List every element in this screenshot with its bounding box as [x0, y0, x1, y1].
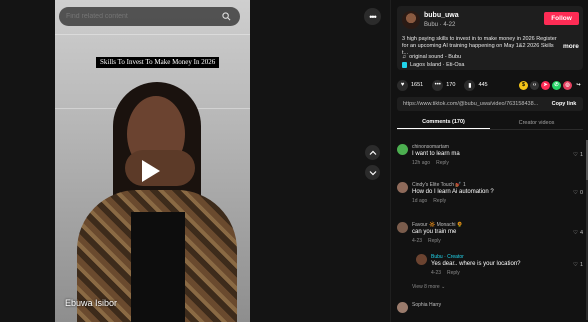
- reply-meta: 4-23 Reply: [431, 270, 460, 276]
- comment-item: Sophia Harry: [397, 302, 583, 316]
- music-note-icon: ♫: [402, 54, 407, 60]
- tiktok-video-page: Skills To Invest To Make Money In 2026 E…: [0, 0, 588, 322]
- avatar[interactable]: [397, 182, 408, 193]
- send-share-icon[interactable]: ➤: [541, 80, 550, 90]
- location-row[interactable]: Lagos Island · Eti-Osa: [402, 62, 464, 68]
- location-name: Lagos Island · Eti-Osa: [410, 62, 465, 68]
- avatar[interactable]: [397, 144, 408, 155]
- comment-item: Favour 🔆 Monachi 🌻 can you train me 4-23…: [397, 222, 583, 246]
- avatar[interactable]: [402, 11, 420, 29]
- search-input[interactable]: [66, 13, 219, 20]
- sound-name: original sound - Bubu: [409, 54, 462, 60]
- username[interactable]: bubu_uwa: [424, 12, 459, 19]
- view-more-label: View 8 more: [412, 284, 440, 290]
- comment-username[interactable]: Favour 🔆 Monachi 🌻: [412, 222, 463, 228]
- link-row: https://www.tiktok.com/@bubu_uwa/video/7…: [397, 97, 583, 111]
- share-arrow-icon[interactable]: ↪: [574, 81, 583, 90]
- next-video-button[interactable]: [365, 165, 380, 180]
- side-panel: bubu_uwa Bubu · 4-22 Follow 3 high payin…: [390, 0, 588, 322]
- tab-creator-videos[interactable]: Creator videos: [490, 116, 583, 129]
- tab-comments[interactable]: Comments (170): [397, 116, 490, 129]
- heart-icon: ♡: [573, 152, 578, 158]
- tab-bar: Comments (170) Creator videos: [397, 116, 583, 130]
- avatar[interactable]: [416, 254, 427, 265]
- save-stat[interactable]: ▮ 445: [464, 79, 488, 91]
- wall-line: [55, 34, 250, 35]
- comment-like[interactable]: ♡ 4: [573, 230, 583, 236]
- comment-like-count: 1: [579, 152, 583, 158]
- comment-stat[interactable]: ••• 170: [432, 79, 456, 91]
- location-pin-icon: [402, 62, 407, 68]
- nickname-date: Bubu · 4-22: [424, 22, 456, 28]
- avatar[interactable]: [397, 302, 408, 313]
- reply-username[interactable]: Bubu · Creator: [431, 254, 464, 260]
- like-count: 1651: [411, 82, 424, 88]
- more-options-button[interactable]: •••: [364, 8, 381, 25]
- copy-link-button[interactable]: Copy link: [545, 97, 583, 111]
- search-icon[interactable]: [219, 10, 233, 24]
- reply-button[interactable]: Reply: [428, 238, 441, 244]
- stats-row: ♥ 1651 ••• 170 ▮ 445 $ ‹› ➤ ✆ ◎ ↪: [397, 78, 583, 92]
- person-hands: [125, 150, 195, 186]
- play-icon[interactable]: [142, 160, 160, 182]
- comment-like-count: 4: [579, 230, 583, 236]
- comment-text: I want to learn ma: [412, 151, 460, 157]
- heart-icon: ♥: [397, 79, 408, 91]
- like-stat[interactable]: ♥ 1651: [397, 79, 424, 91]
- avatar[interactable]: [397, 222, 408, 233]
- comment-username[interactable]: Sophia Harry: [412, 302, 441, 308]
- follow-button[interactable]: Follow: [544, 12, 579, 25]
- comment-count: 170: [446, 82, 456, 88]
- comment-meta: 4-23 Reply: [412, 238, 441, 244]
- coin-share-icon[interactable]: $: [519, 80, 528, 90]
- heart-icon: ♡: [573, 230, 578, 236]
- video-url[interactable]: https://www.tiktok.com/@bubu_uwa/video/7…: [397, 101, 545, 107]
- view-more-replies[interactable]: View 8 more ⌄: [412, 284, 445, 290]
- video-stage: Skills To Invest To Make Money In 2026 E…: [0, 0, 390, 322]
- reply-like-count: 1: [579, 262, 583, 268]
- post-info-card: bubu_uwa Bubu · 4-22 Follow 3 high payin…: [397, 6, 583, 70]
- bookmark-icon: ▮: [464, 79, 476, 91]
- comment-item: Cindy's Elite Touch 💅🏾 1 How do I learn …: [397, 182, 583, 206]
- search-bar[interactable]: [59, 7, 240, 26]
- instagram-share-icon[interactable]: ◎: [563, 80, 572, 90]
- comment-like[interactable]: ♡ 1: [573, 152, 583, 158]
- reply-button[interactable]: Reply: [436, 160, 449, 166]
- more-link[interactable]: more: [563, 43, 579, 50]
- video-caption: Skills To Invest To Make Money In 2026: [96, 57, 220, 68]
- reply-button[interactable]: Reply: [447, 270, 460, 276]
- sound-row[interactable]: ♫ original sound - Bubu: [402, 54, 461, 60]
- whatsapp-share-icon[interactable]: ✆: [552, 80, 561, 90]
- save-count: 445: [478, 82, 488, 88]
- comment-time: 1d ago: [412, 198, 428, 204]
- previous-video-button[interactable]: [365, 145, 380, 160]
- chevron-down-icon: [369, 170, 376, 175]
- reply-button[interactable]: Reply: [433, 198, 446, 204]
- chevron-up-icon: [369, 150, 376, 155]
- chevron-down-icon: ⌄: [441, 284, 446, 290]
- comment-time: 12h ago: [412, 160, 431, 166]
- reply-text: Yes dear.. where is your location?: [431, 261, 521, 267]
- comment-username[interactable]: chinonsomartam: [412, 144, 449, 150]
- comment-meta: 12h ago Reply: [412, 160, 449, 166]
- person-top: [131, 212, 185, 322]
- comment-text: can you train me: [412, 229, 457, 235]
- reply-time: 4-23: [431, 270, 442, 276]
- comment-time: 4-23: [412, 238, 423, 244]
- comment-meta: 1d ago Reply: [412, 198, 446, 204]
- comment-username[interactable]: Cindy's Elite Touch 💅🏾 1: [412, 182, 466, 188]
- comment-like[interactable]: ♡ 0: [573, 190, 583, 196]
- comment-icon: •••: [432, 79, 444, 91]
- comment-like-count: 0: [579, 190, 583, 196]
- reply-item: Bubu · Creator Yes dear.. where is your …: [416, 254, 583, 278]
- comment-text: How do I learn Ai automation ?: [412, 189, 494, 195]
- share-icons: $ ‹› ➤ ✆ ◎ ↪: [519, 80, 583, 90]
- heart-icon: ♡: [573, 262, 578, 268]
- author-watermark: Ebuwa Isibor: [65, 298, 118, 308]
- embed-share-icon[interactable]: ‹›: [530, 80, 539, 90]
- comment-item: chinonsomartam I want to learn ma 12h ag…: [397, 144, 583, 168]
- heart-icon: ♡: [573, 190, 578, 196]
- reply-like[interactable]: ♡ 1: [573, 262, 583, 268]
